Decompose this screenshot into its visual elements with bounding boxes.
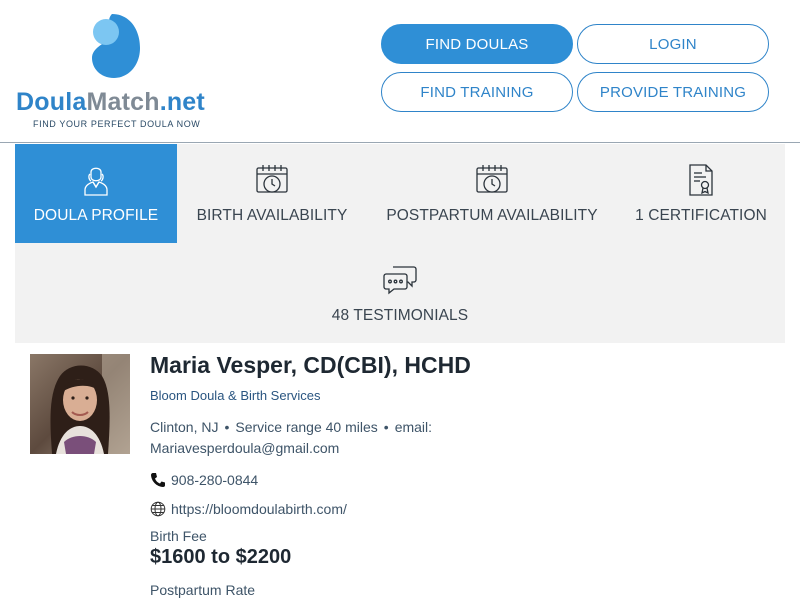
birth-fee-value: $1600 to $2200 — [150, 546, 292, 568]
tab-label: 1 CERTIFICATION — [635, 207, 767, 224]
email-label: email: — [394, 419, 433, 435]
website-link[interactable]: https://bloomdoulabirth.com/ — [171, 501, 347, 517]
separator-dot: • — [224, 419, 230, 435]
tab-label: BIRTH AVAILABILITY — [196, 207, 348, 224]
doula-profile-photo — [30, 354, 130, 454]
tab-label: DOULA PROFILE — [33, 207, 159, 224]
tab-label: POSTPARTUM AVAILABILITY — [386, 207, 598, 224]
logo-word-doula: Doula — [16, 88, 87, 116]
profile-photo-image — [30, 354, 130, 454]
website-row: https://bloomdoulabirth.com/ — [150, 501, 347, 517]
birth-fee-label: Birth Fee — [150, 528, 207, 544]
location-text: Clinton, NJ — [150, 419, 219, 435]
login-button[interactable]: LOGIN — [577, 24, 769, 64]
globe-icon — [150, 501, 166, 517]
doula-person-icon — [84, 167, 108, 196]
logo-tagline: FIND YOUR PERFECT DOULA NOW — [33, 119, 201, 129]
phone-row: 908-280-0844 — [150, 472, 258, 488]
logo-wordmark: DoulaMatch.net — [16, 88, 205, 117]
site-logo[interactable]: DoulaMatch.net FIND YOUR PERFECT DOULA N… — [0, 0, 230, 143]
tab-label: 48 TESTIMONIALS — [331, 307, 469, 324]
separator-dot: • — [383, 419, 389, 435]
logo-word-net: .net — [159, 88, 205, 116]
doula-meta-info: Clinton, NJ • Service range 40 miles • email… — [150, 417, 490, 459]
calendar-clock-icon — [256, 165, 288, 193]
find-training-button[interactable]: FIND TRAINING — [381, 72, 573, 112]
logo-word-match: Match — [86, 88, 160, 116]
tab-postpartum-availability[interactable]: POSTPARTUM AVAILABILITY — [367, 144, 617, 243]
chat-bubbles-icon — [383, 266, 417, 295]
tab-doula-profile[interactable]: DOULA PROFILE — [15, 144, 177, 243]
provide-training-button[interactable]: PROVIDE TRAINING — [577, 72, 769, 112]
email-link[interactable]: Mariavesperdoula@gmail.com — [150, 440, 339, 456]
tab-testimonials[interactable]: 48 TESTIMONIALS — [15, 244, 785, 343]
profile-tabs: DOULA PROFILE BIRTH AVAILABILITY POSTPAR… — [15, 144, 785, 343]
doula-name: Maria Vesper, CD(CBI), HCHD — [150, 352, 471, 378]
phone-icon — [151, 473, 165, 487]
phone-link[interactable]: 908-280-0844 — [171, 472, 258, 488]
postpartum-rate-label: Postpartum Rate — [150, 582, 256, 598]
find-doulas-button[interactable]: FIND DOULAS — [381, 24, 573, 64]
business-name: Bloom Doula & Birth Services — [150, 388, 321, 403]
service-range-text: Service range 40 miles — [235, 419, 378, 435]
tab-certification[interactable]: 1 CERTIFICATION — [617, 144, 785, 243]
site-header: DoulaMatch.net FIND YOUR PERFECT DOULA N… — [0, 0, 800, 143]
tab-birth-availability[interactable]: BIRTH AVAILABILITY — [177, 144, 367, 243]
certificate-icon — [689, 164, 713, 196]
calendar-clock-icon — [476, 165, 508, 193]
logo-drops-icon — [92, 14, 140, 78]
